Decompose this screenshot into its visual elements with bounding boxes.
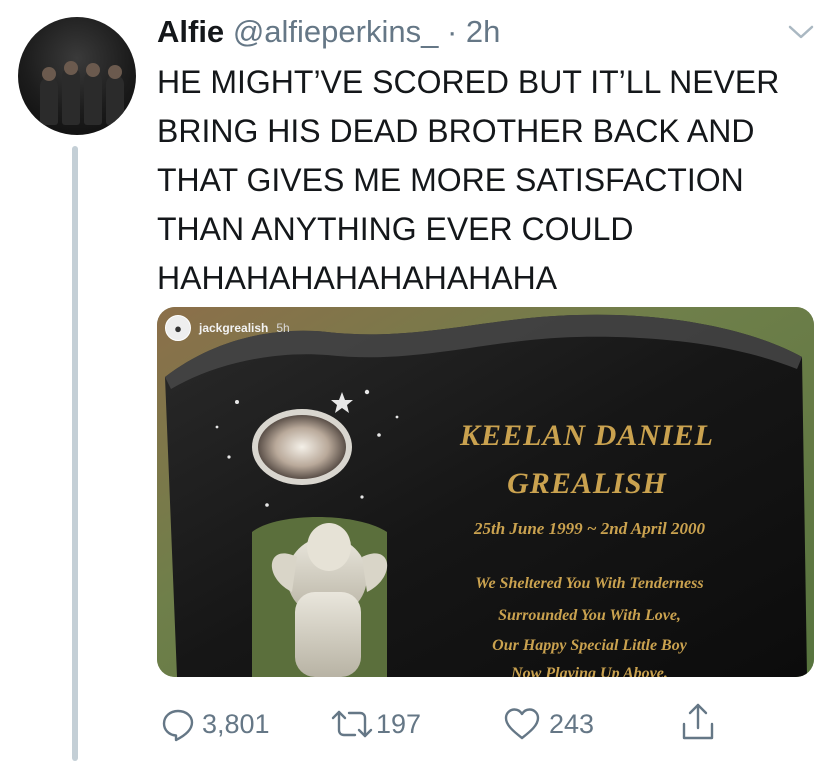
display-name[interactable]: Alfie <box>157 14 224 49</box>
instagram-avatar: ● <box>165 315 191 341</box>
instagram-username: jackgrealish <box>199 321 269 335</box>
avatar-figure <box>106 75 124 125</box>
avatar-head <box>108 65 122 79</box>
separator: · <box>446 14 458 49</box>
instagram-tag: ● jackgrealish 5h <box>165 315 290 341</box>
reply-button[interactable]: 3,801 <box>160 706 270 742</box>
avatar-head <box>86 63 100 77</box>
chevron-down-icon[interactable] <box>786 22 816 42</box>
stone-verse-line1: We Sheltered You With Tenderness <box>475 575 704 592</box>
like-button[interactable]: 243 <box>503 706 594 742</box>
timestamp[interactable]: 2h <box>466 14 500 49</box>
stone-verse-line2: Surrounded You With Love, <box>498 607 681 624</box>
stone-verse-line4: Now Playing Up Above. <box>511 665 668 677</box>
tweet-header: Alfie @alfieperkins_ · 2h <box>157 12 500 52</box>
stone-name-line1: KEELAN DANIEL <box>460 419 714 452</box>
tweet-text: HE MIGHT’VE SCORED BUT IT’LL NEVER BRING… <box>157 64 780 296</box>
avatar-head <box>42 67 56 81</box>
instagram-time: 5h <box>276 321 290 335</box>
share-button[interactable] <box>680 702 716 742</box>
thread-line <box>72 146 78 761</box>
retweet-count: 197 <box>376 708 422 739</box>
avatar-head <box>64 61 78 75</box>
share-icon <box>682 703 714 740</box>
reply-count: 3,801 <box>202 708 270 739</box>
tweet-actions: 3,801 197 243 <box>0 700 836 750</box>
stone-name-line2: GREALISH <box>507 467 667 500</box>
user-handle[interactable]: @alfieperkins_ <box>233 14 439 49</box>
avatar-figure <box>40 77 58 125</box>
stone-verse-line3: Our Happy Special Little Boy <box>492 637 687 654</box>
avatar[interactable] <box>18 17 136 135</box>
avatar-figure <box>84 71 102 125</box>
reply-icon <box>162 709 194 742</box>
avatar-figure <box>62 67 80 125</box>
retweet-icon <box>331 710 373 738</box>
tweet-media[interactable]: ● jackgrealish 5h KEELAN DANIEL GREALISH… <box>157 307 814 677</box>
heart-icon <box>504 708 540 740</box>
retweet-button[interactable]: 197 <box>330 706 421 742</box>
like-count: 243 <box>549 708 595 739</box>
stone-dates: 25th June 1999 ~ 2nd April 2000 <box>473 519 706 538</box>
